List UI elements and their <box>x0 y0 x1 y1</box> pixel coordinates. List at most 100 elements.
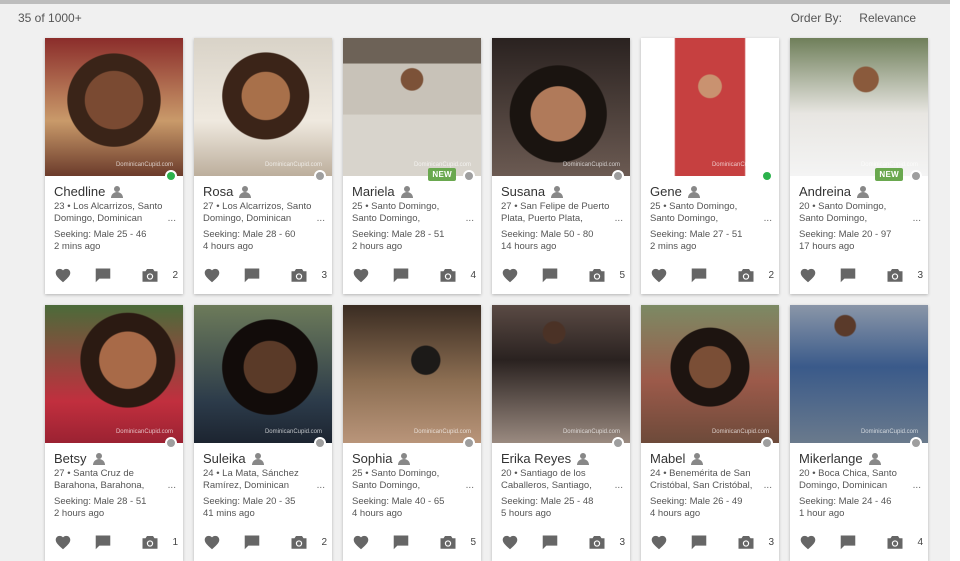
profile-name[interactable]: Susana <box>501 184 545 200</box>
profile-card[interactable]: DominicanCupid.com Susana 27 • San Felipe … <box>492 38 630 294</box>
profile-card[interactable]: DominicanCupid.com NEW Mariela 25 • Santo D… <box>343 38 481 294</box>
profile-name[interactable]: Andreina <box>799 184 851 200</box>
location-text: 25 • Santo Domingo, Santo Domingo, <box>352 468 440 491</box>
profile-photo[interactable]: DominicanCupid.com <box>492 38 630 176</box>
chat-icon[interactable] <box>392 267 410 288</box>
location-text: 27 • Santa Cruz de Barahona, Barahona, <box>54 468 145 491</box>
heart-icon[interactable] <box>203 267 221 288</box>
camera-icon[interactable] <box>141 267 159 288</box>
profile-name-row[interactable]: Betsy <box>54 451 176 467</box>
profile-card[interactable]: DominicanCupid.com Betsy 27 • Santa Cruz d… <box>45 305 183 561</box>
profile-name[interactable]: Rosa <box>203 184 233 200</box>
heart-icon[interactable] <box>352 267 370 288</box>
watermark: DominicanCupid.com <box>264 162 322 168</box>
order-by-value[interactable]: Relevance <box>859 11 916 25</box>
order-by-control[interactable]: Order By: Relevance <box>791 11 916 25</box>
camera-icon[interactable] <box>886 267 904 288</box>
chat-icon[interactable] <box>690 534 708 555</box>
profile-name[interactable]: Chedline <box>54 184 105 200</box>
chat-icon[interactable] <box>94 534 112 555</box>
profile-name-row[interactable]: Mariela <box>352 184 474 200</box>
heart-icon[interactable] <box>203 534 221 555</box>
heart-icon[interactable] <box>799 534 817 555</box>
camera-icon[interactable] <box>141 534 159 555</box>
camera-icon[interactable] <box>290 534 308 555</box>
heart-icon[interactable] <box>650 534 668 555</box>
chat-icon[interactable] <box>839 534 857 555</box>
last-active: 41 mins ago <box>203 507 255 519</box>
profile-name-row[interactable]: Sophia <box>352 451 474 467</box>
chat-icon[interactable] <box>243 267 261 288</box>
profile-photo[interactable]: DominicanCupid.com <box>641 305 779 443</box>
heart-icon[interactable] <box>54 267 72 288</box>
profile-name[interactable]: Erika Reyes <box>501 451 571 467</box>
profile-photo[interactable]: DominicanCupid.com <box>194 305 332 443</box>
profile-photo[interactable]: DominicanCupid.com <box>641 38 779 176</box>
camera-icon[interactable] <box>588 534 606 555</box>
camera-icon[interactable] <box>439 267 457 288</box>
profile-photo[interactable]: DominicanCupid.com <box>343 38 481 176</box>
heart-icon[interactable] <box>501 534 519 555</box>
card-actions: 2 <box>203 534 327 550</box>
profile-name-row[interactable]: Chedline <box>54 184 176 200</box>
camera-icon[interactable] <box>290 267 308 288</box>
profile-photo[interactable]: DominicanCupid.com <box>194 38 332 176</box>
camera-icon[interactable] <box>737 534 755 555</box>
camera-icon[interactable] <box>588 267 606 288</box>
card-actions: 5 <box>501 267 625 283</box>
more-ellipsis: ... <box>763 212 772 224</box>
profile-name-row[interactable]: Gene <box>650 184 772 200</box>
profile-name-row[interactable]: Mabel <box>650 451 772 467</box>
profile-name[interactable]: Suleika <box>203 451 246 467</box>
profile-card[interactable]: DominicanCupid.com Sophia 25 • Santo Domin… <box>343 305 481 561</box>
profile-card[interactable]: DominicanCupid.com Chedline 23 • Los Alcar… <box>45 38 183 294</box>
profile-card[interactable]: DominicanCupid.com Gene 25 • Santo Domingo… <box>641 38 779 294</box>
chat-icon[interactable] <box>243 534 261 555</box>
profile-name-row[interactable]: Susana <box>501 184 623 200</box>
heart-icon[interactable] <box>352 534 370 555</box>
heart-icon[interactable] <box>501 267 519 288</box>
profile-name-row[interactable]: Mikerlange <box>799 451 921 467</box>
chat-icon[interactable] <box>839 267 857 288</box>
profile-name[interactable]: Sophia <box>352 451 392 467</box>
user-icon <box>251 453 264 465</box>
profile-photo[interactable]: DominicanCupid.com <box>790 305 928 443</box>
profile-name-row[interactable]: Suleika <box>203 451 325 467</box>
offline-status-dot <box>612 437 624 449</box>
profile-name-row[interactable]: Rosa <box>203 184 325 200</box>
heart-icon[interactable] <box>650 267 668 288</box>
profile-name[interactable]: Mariela <box>352 184 395 200</box>
profile-card[interactable]: DominicanCupid.com Rosa 27 • Los Alcarrizo… <box>194 38 332 294</box>
location-text: 20 • Santiago de los Caballeros, Santiag… <box>501 468 592 491</box>
profile-card[interactable]: DominicanCupid.com NEW Andreina 20 • Santo … <box>790 38 928 294</box>
chat-icon[interactable] <box>541 534 559 555</box>
chat-icon[interactable] <box>94 267 112 288</box>
chat-icon[interactable] <box>690 267 708 288</box>
heart-icon[interactable] <box>54 534 72 555</box>
profile-location: 24 • La Mata, Sánchez Ramírez, Dominican… <box>203 468 325 491</box>
profile-card[interactable]: DominicanCupid.com Mabel 24 • Benemérita d… <box>641 305 779 561</box>
profile-name-row[interactable]: Andreina <box>799 184 921 200</box>
offline-status-dot <box>910 170 922 182</box>
heart-icon[interactable] <box>799 267 817 288</box>
profile-card[interactable]: DominicanCupid.com Erika Reyes 20 • Santia… <box>492 305 630 561</box>
camera-icon[interactable] <box>737 267 755 288</box>
camera-icon[interactable] <box>439 534 457 555</box>
chat-icon[interactable] <box>541 267 559 288</box>
profile-name-row[interactable]: Erika Reyes <box>501 451 623 467</box>
profile-photo[interactable]: DominicanCupid.com <box>45 38 183 176</box>
chat-icon[interactable] <box>392 534 410 555</box>
profile-photo[interactable]: DominicanCupid.com <box>790 38 928 176</box>
profile-name[interactable]: Gene <box>650 184 682 200</box>
camera-icon[interactable] <box>886 534 904 555</box>
profile-name[interactable]: Betsy <box>54 451 87 467</box>
profile-name[interactable]: Mabel <box>650 451 685 467</box>
user-icon <box>400 186 413 198</box>
profile-card[interactable]: DominicanCupid.com Suleika 24 • La Mata, S… <box>194 305 332 561</box>
profile-photo[interactable]: DominicanCupid.com <box>492 305 630 443</box>
profile-card[interactable]: DominicanCupid.com Mikerlange 20 • Boca Ch… <box>790 305 928 561</box>
profile-name[interactable]: Mikerlange <box>799 451 863 467</box>
profile-info: Gene 25 • Santo Domingo, Santo Domingo,..… <box>650 184 772 252</box>
profile-photo[interactable]: DominicanCupid.com <box>343 305 481 443</box>
profile-photo[interactable]: DominicanCupid.com <box>45 305 183 443</box>
